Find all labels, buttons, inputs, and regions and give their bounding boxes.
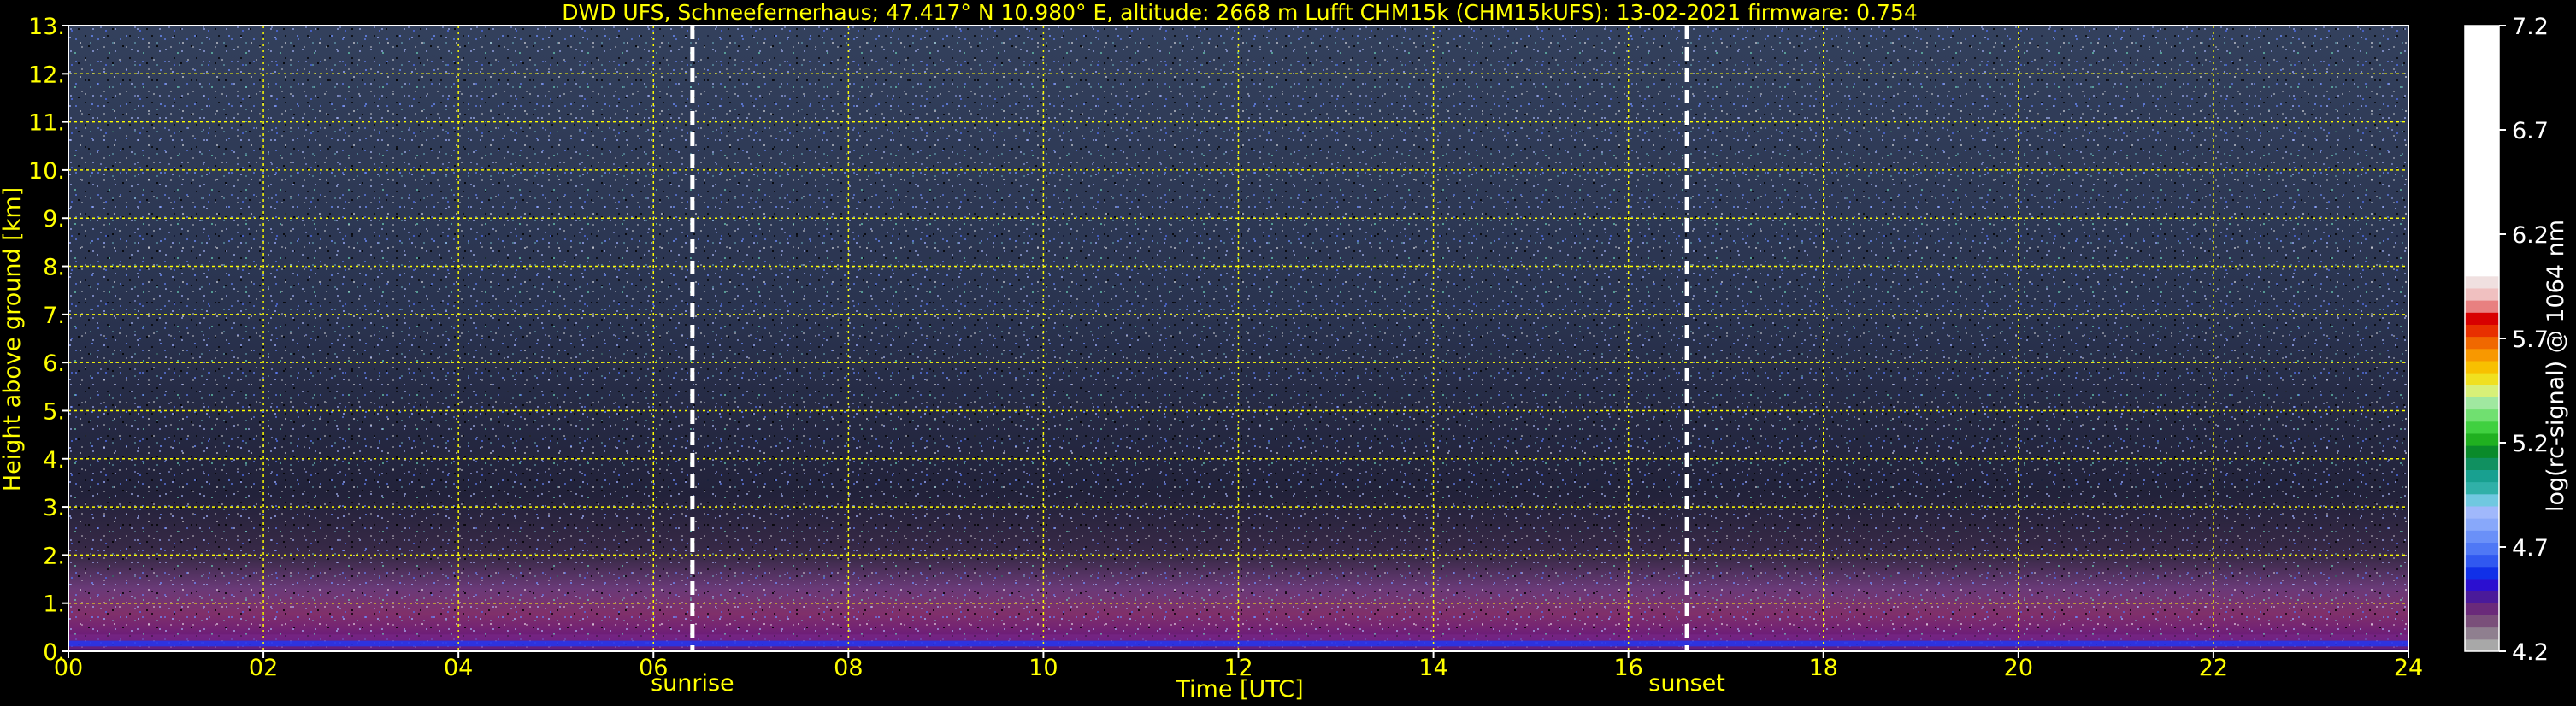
- colorbar-segment: [2465, 469, 2499, 483]
- colorbar-segment: [2465, 603, 2499, 615]
- x-tick-label: 16: [1613, 655, 1642, 681]
- colorbar-segment: [2465, 275, 2499, 289]
- y-tick-label: 3.: [43, 495, 65, 521]
- colorbar-segment: [2465, 615, 2499, 628]
- colorbar-segment: [2465, 432, 2499, 446]
- y-tick-label: 4.: [43, 447, 65, 474]
- colorbar-tick-label: 7.2: [2512, 14, 2549, 40]
- y-tick-label: 12.: [28, 62, 65, 88]
- y-tick-label: 11.: [28, 110, 65, 137]
- colorbar-segment: [2465, 627, 2499, 640]
- colorbar-segment: [2465, 397, 2499, 410]
- colorbar-segment: [2465, 445, 2499, 458]
- ceilometer-chart: sunrise sunset 00 02 04 06 08 10 12 14 16 18 20 22 24…: [0, 0, 2569, 703]
- colorbar-segment: [2465, 481, 2499, 495]
- colorbar-tick-label: 4.2: [2512, 639, 2549, 666]
- colorbar-tick-label: 6.7: [2512, 118, 2549, 144]
- x-tick-label: 20: [2004, 655, 2033, 681]
- x-tick-label: 04: [444, 655, 473, 681]
- y-tick-label: 13.: [28, 14, 65, 40]
- x-tick-label: 06: [639, 655, 668, 681]
- colorbar-segment: [2465, 493, 2499, 507]
- y-tick-label: 10.: [28, 158, 65, 185]
- colorbar-segment: [2465, 300, 2499, 313]
- y-tick-label: 1.: [43, 591, 65, 618]
- colorbar-segment: [2465, 578, 2499, 591]
- colorbar-segment: [2465, 360, 2499, 374]
- colorbar-segment: [2465, 554, 2499, 568]
- x-tick-label: 14: [1418, 655, 1447, 681]
- colorbar-segment: [2465, 287, 2499, 301]
- colorbar-segment: [2465, 638, 2499, 652]
- colorbar-segment: [2465, 312, 2499, 325]
- colorbar-segment: [2465, 421, 2499, 434]
- colorbar-segment: [2465, 591, 2499, 603]
- sunset-label: sunset: [1648, 670, 1725, 697]
- colorbar-segment: [2465, 324, 2499, 338]
- colorbar-segment: [2465, 373, 2499, 385]
- x-tick-label: 22: [2199, 655, 2228, 681]
- x-tick-label: 02: [249, 655, 278, 681]
- colorbar-segment: [2465, 530, 2499, 543]
- x-tick-label: 08: [834, 655, 863, 681]
- colorbar-segment: [2465, 409, 2499, 422]
- colorbar-segment: [2465, 26, 2499, 277]
- y-tick-label: 6.: [43, 350, 65, 377]
- colorbar-segment: [2465, 336, 2499, 350]
- y-tick-label: 8.: [43, 255, 65, 281]
- colorbar-segment: [2465, 385, 2499, 397]
- colorbar-label: log(rc-signal) @ 1064 nm: [2543, 220, 2569, 512]
- colorbar-tick-label: 4.7: [2512, 535, 2549, 562]
- y-tick-label: 0.: [43, 639, 65, 666]
- x-tick-label: 10: [1029, 655, 1058, 681]
- y-tick-label: 7.: [43, 303, 65, 329]
- colorbar-segment: [2465, 518, 2499, 531]
- colorbar-segment: [2465, 348, 2499, 362]
- colorbar-segment: [2465, 566, 2499, 580]
- colorbar-segment: [2465, 457, 2499, 470]
- chart-title: DWD UFS, Schneefernerhaus; 47.417° N 10.…: [562, 0, 1918, 25]
- y-tick-label: 2.: [43, 543, 65, 569]
- x-tick-label: 24: [2394, 655, 2423, 681]
- x-tick-label: 18: [1809, 655, 1838, 681]
- y-axis-label: Height above ground [km]: [0, 187, 26, 491]
- y-tick-label: 9.: [43, 206, 65, 232]
- x-axis-label: Time [UTC]: [1175, 676, 1303, 703]
- y-tick-label: 5.: [43, 398, 65, 425]
- colorbar-segment: [2465, 542, 2499, 556]
- colorbar-segment: [2465, 505, 2499, 519]
